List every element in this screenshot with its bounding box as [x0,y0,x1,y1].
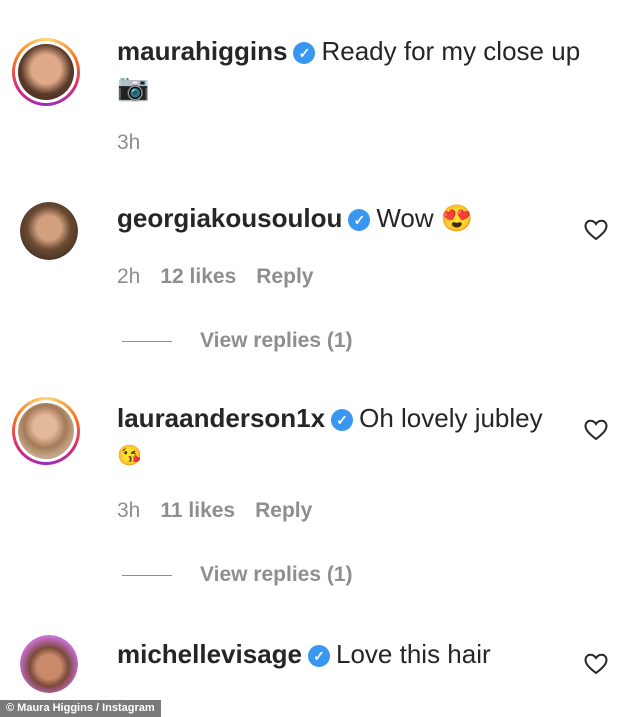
comment-line: michellevisage ✓ Love this hair [117,638,491,670]
post-meta: 3h [117,131,160,155]
comment-time[interactable]: 2h [117,265,140,288]
like-heart-icon[interactable] [584,419,608,441]
photo-credit: © Maura Higgins / Instagram [0,700,161,717]
avatar-image [18,44,74,100]
comment-meta: 3h 11 likes Reply [117,499,332,523]
comment-line: georgiakousoulou ✓ Wow 😍 [117,202,473,234]
avatar-image [20,635,78,693]
reply-button[interactable]: Reply [255,499,312,522]
view-replies-label: View replies (1) [200,563,353,586]
likes-count[interactable]: 12 likes [160,265,236,288]
comment-username[interactable]: lauraanderson1x [117,403,325,433]
view-replies-button[interactable]: View replies (1) [122,563,353,587]
post-time[interactable]: 3h [117,131,140,154]
comment-time[interactable]: 3h [117,499,140,522]
comment-meta: 2h 12 likes Reply [117,265,333,289]
camera-emoji: 📷 [117,72,150,102]
divider-line [122,574,172,576]
verified-badge-icon: ✓ [348,209,371,231]
verified-badge-icon: ✓ [308,645,330,667]
comment-line: lauraanderson1x ✓ Oh lovely jubley [117,402,543,434]
reply-button[interactable]: Reply [256,265,313,288]
avatar-georgiakousoulou[interactable] [20,202,78,260]
like-heart-icon[interactable] [584,219,608,241]
caption-line: maurahiggins ✓ Ready for my close up [117,35,580,67]
comment-username[interactable]: georgiakousoulou [117,203,342,233]
like-heart-icon[interactable] [584,653,608,675]
avatar-lauraanderson1x[interactable] [12,397,80,465]
avatar-image [18,403,74,459]
comment-text: Wow [376,203,434,233]
view-replies-button[interactable]: View replies (1) [122,329,353,353]
avatar-maurahiggins[interactable] [12,38,80,106]
avatar-michellevisage[interactable] [20,635,78,693]
view-replies-label: View replies (1) [200,329,353,352]
post-username[interactable]: maurahiggins [117,36,287,66]
kiss-emoji: 😘 [117,445,142,467]
likes-count[interactable]: 11 likes [160,499,235,522]
verified-badge-icon: ✓ [331,409,354,431]
avatar-image [20,202,78,260]
comment-text: Oh lovely jubley [359,403,543,433]
divider-line [122,340,172,342]
comment-text: Love this hair [336,639,491,669]
heart-eyes-emoji: 😍 [440,203,474,233]
verified-badge-icon: ✓ [293,42,316,64]
caption-text: Ready for my close up [321,36,581,66]
comment-username[interactable]: michellevisage [117,639,302,669]
